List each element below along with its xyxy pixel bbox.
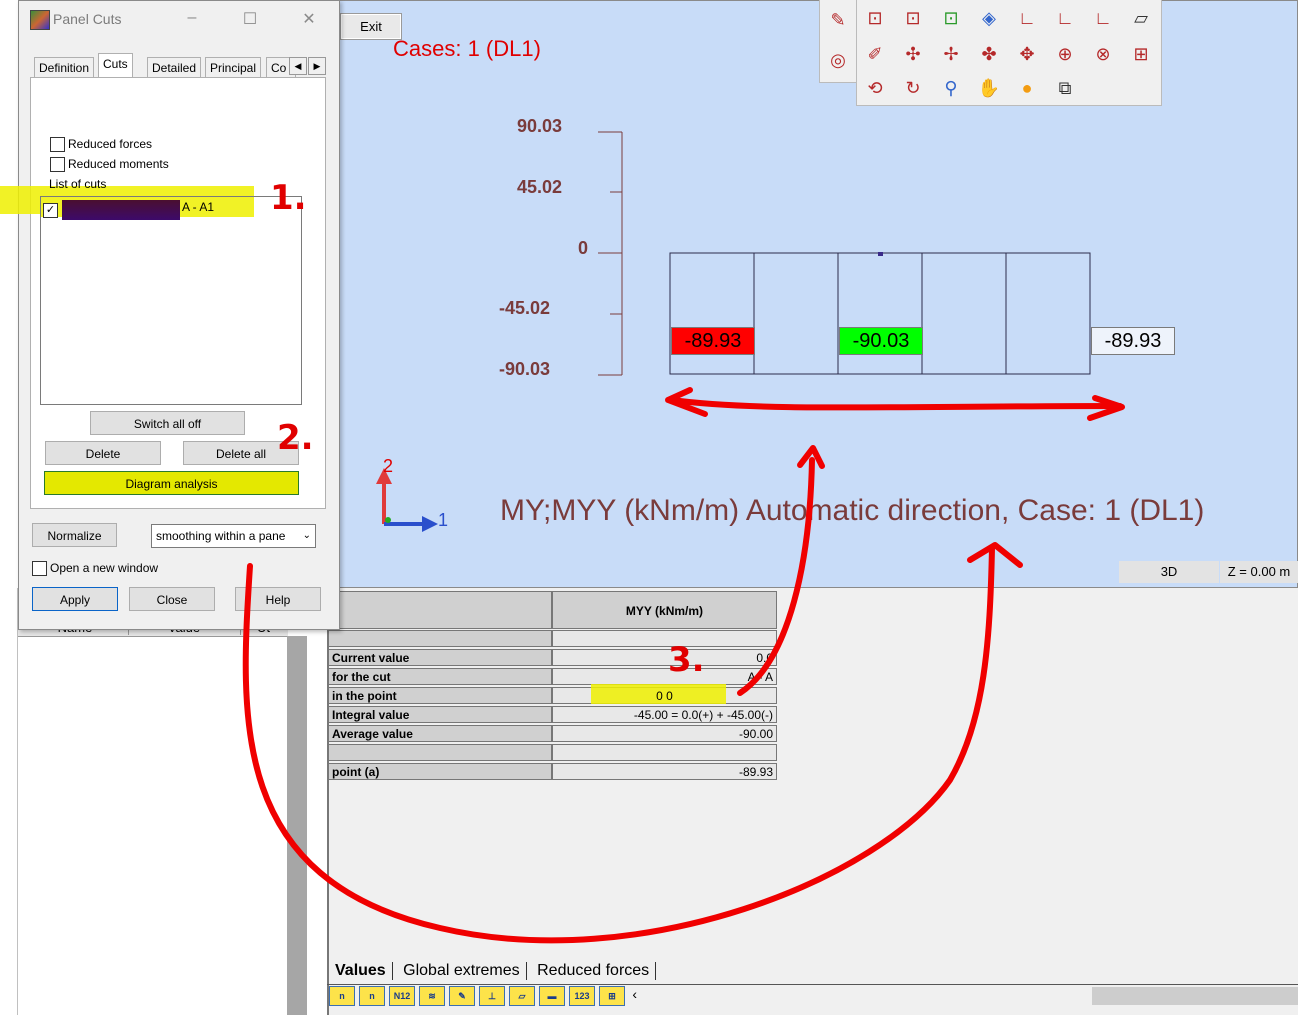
double-arrow-line (669, 397, 1123, 411)
annotation-3: 3. (668, 640, 705, 680)
loop-arrow-line (242, 545, 995, 944)
annotation-1: 1. (270, 178, 307, 218)
annotation-2: 2. (277, 418, 314, 458)
arrow-up-line (737, 457, 815, 696)
red-annotation-strokes (242, 387, 1125, 944)
arrow-head (967, 542, 1023, 568)
